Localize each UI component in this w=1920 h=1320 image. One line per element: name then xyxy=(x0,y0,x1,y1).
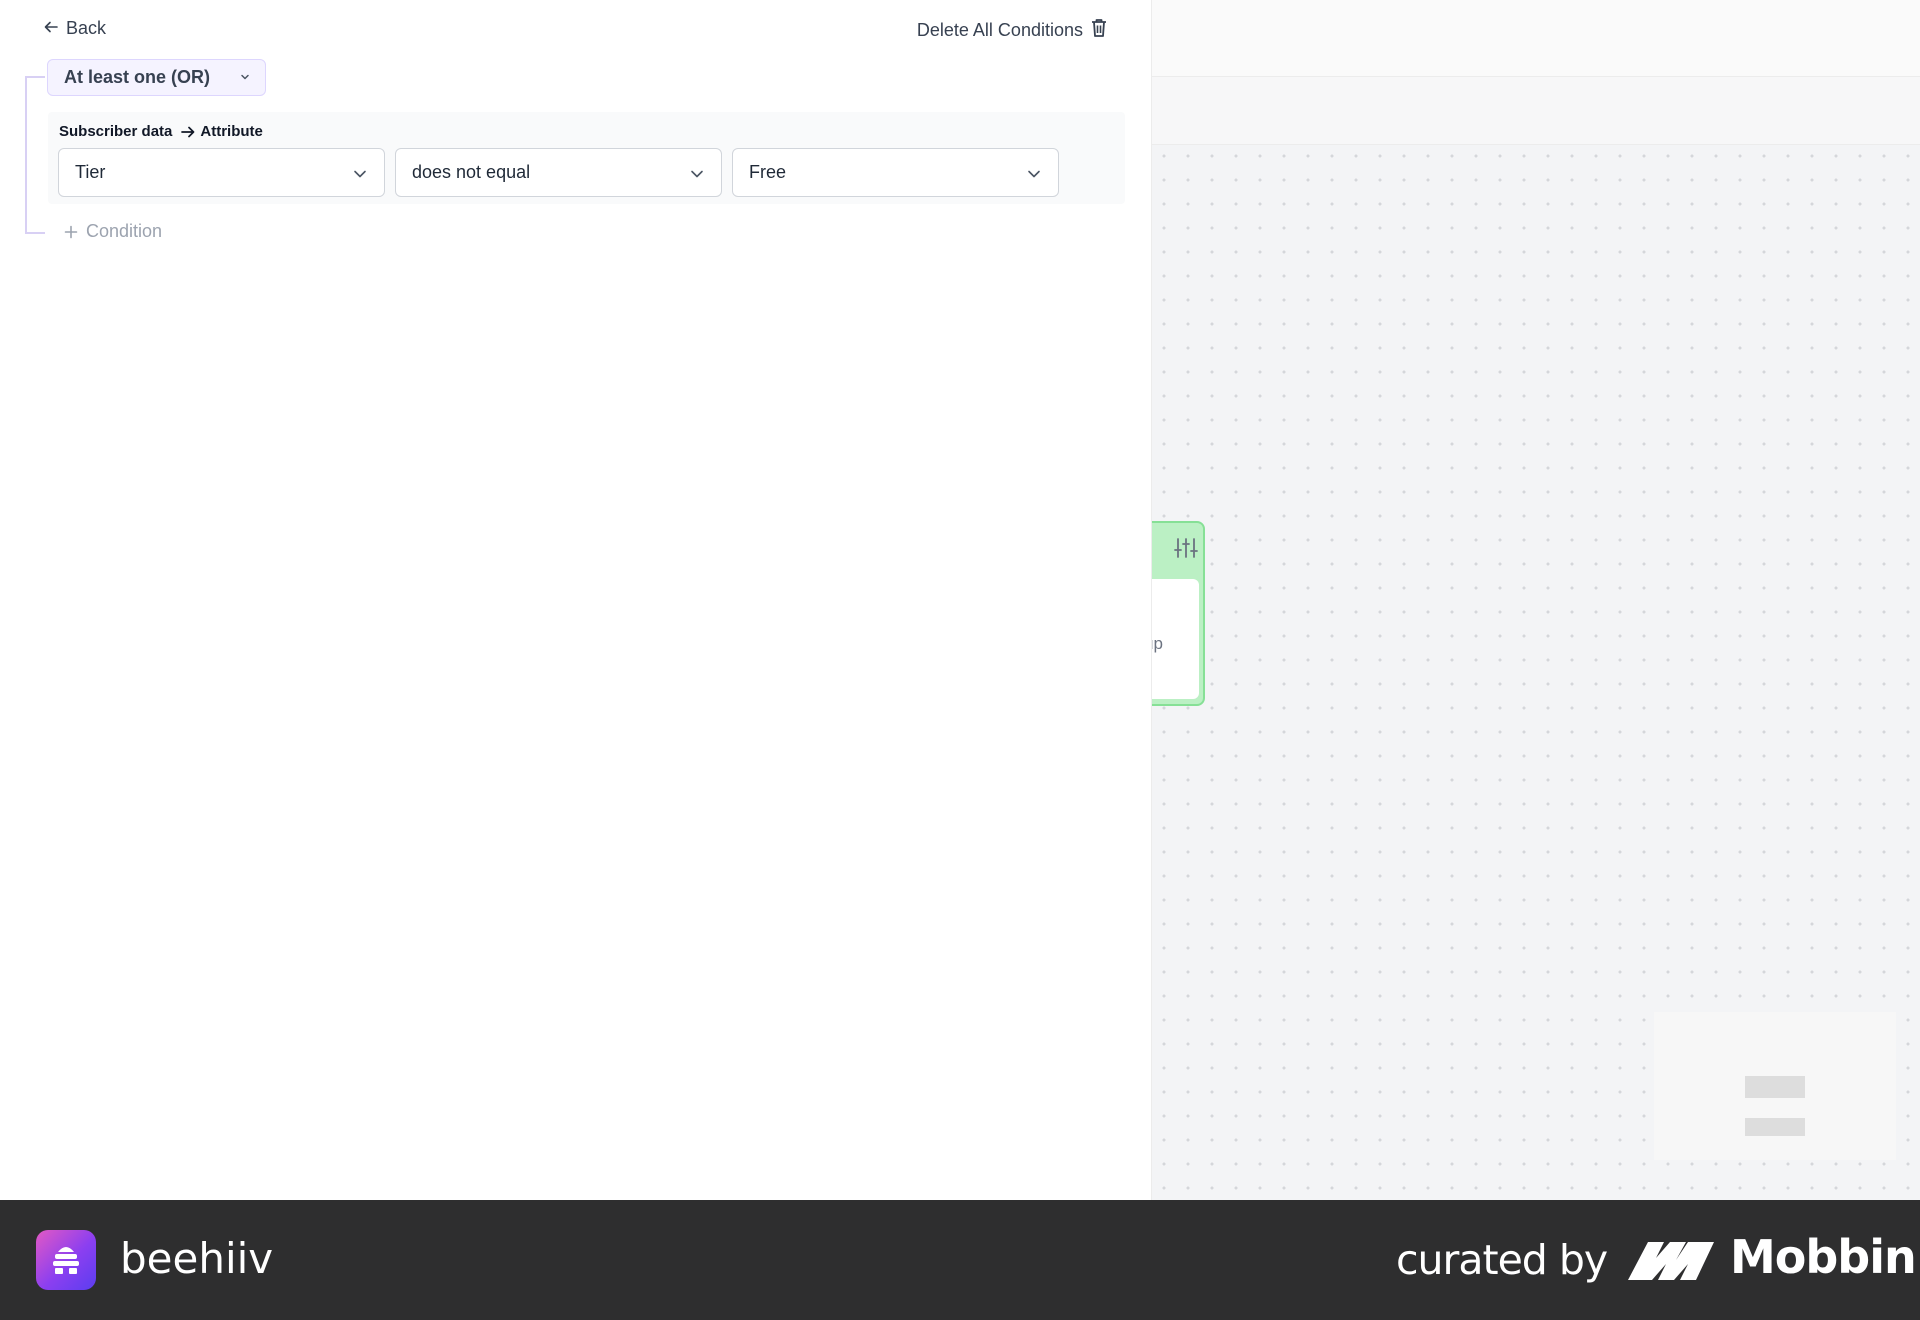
curated-by-label: curated by xyxy=(1396,1236,1608,1284)
arrow-right-icon xyxy=(181,126,195,137)
chevron-down-icon xyxy=(691,170,703,178)
chevron-down-icon xyxy=(241,74,249,80)
beehiiv-logo-icon xyxy=(36,1230,96,1290)
condition-type: Attribute xyxy=(200,123,263,140)
condition-source-breadcrumb: Subscriber data Attribute xyxy=(59,123,263,140)
operator-select[interactable]: does not equal xyxy=(395,148,722,197)
footer-bar: beehiiv curated by Mobbin xyxy=(0,1200,1920,1320)
condition-source: Subscriber data xyxy=(59,123,173,140)
value-value: Free xyxy=(749,162,787,182)
attribute-field-value: Tier xyxy=(75,162,106,182)
logic-operator-select[interactable]: At least one (OR) xyxy=(47,59,266,96)
chevron-down-icon xyxy=(1028,170,1040,178)
node-body[interactable]: up xyxy=(1144,579,1199,699)
chevron-down-icon xyxy=(354,170,366,178)
arrow-left-icon xyxy=(44,20,58,37)
condition-tree-connector xyxy=(25,76,45,234)
conditions-panel: Back Delete All Conditions At least one … xyxy=(0,0,1152,1200)
delete-all-conditions-button[interactable]: Delete All Conditions xyxy=(917,18,1107,43)
back-label: Back xyxy=(66,18,107,38)
back-button[interactable]: Back xyxy=(44,18,106,39)
operator-value: does not equal xyxy=(412,162,531,182)
canvas-sub-bar xyxy=(1152,77,1920,145)
value-select[interactable]: Free xyxy=(732,148,1059,197)
settings-sliders-icon[interactable] xyxy=(1174,537,1198,559)
minimap[interactable] xyxy=(1654,1012,1896,1160)
minimap-block xyxy=(1745,1118,1805,1136)
logic-operator-value: At least one (OR) xyxy=(64,67,211,87)
workflow-canvas[interactable]: up xyxy=(1122,0,1920,1200)
attribute-field-select[interactable]: Tier xyxy=(58,148,385,197)
plus-icon xyxy=(64,225,78,238)
brand-name: beehiiv xyxy=(120,1234,274,1283)
add-condition-label: Condition xyxy=(86,221,163,241)
delete-all-label: Delete All Conditions xyxy=(916,20,1083,40)
add-condition-button[interactable]: Condition xyxy=(64,221,162,242)
trash-icon xyxy=(1091,18,1107,43)
canvas-top-bar xyxy=(1152,0,1920,77)
condition-row: Subscriber data Attribute Tier does not … xyxy=(48,112,1125,204)
curator-name: Mobbin xyxy=(1730,1230,1917,1284)
minimap-block xyxy=(1745,1076,1805,1098)
mobbin-logo-icon xyxy=(1628,1242,1714,1280)
